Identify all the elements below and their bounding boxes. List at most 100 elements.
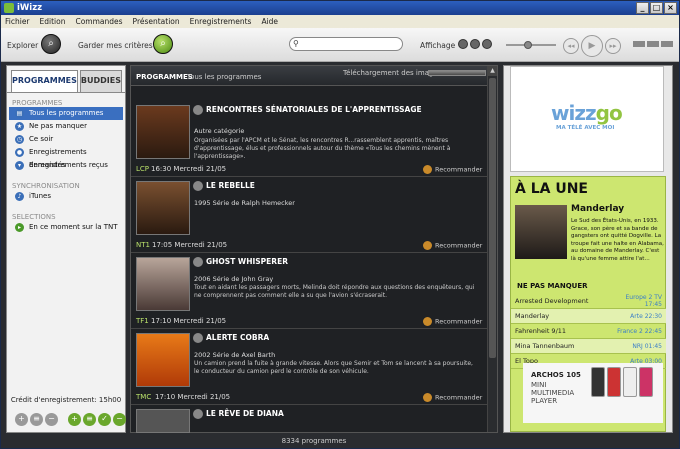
list-item[interactable]: Arrested Development Europe 2 TV 17:45 <box>511 294 666 309</box>
display-mode-2-button[interactable] <box>470 39 480 49</box>
program-title: ALERTE COBRA <box>206 333 270 342</box>
scroll-up-arrow[interactable]: ▲ <box>488 66 497 76</box>
archos-ad[interactable]: ARCHOS 105 MINI MULTIMEDIA PLAYER <box>523 363 663 423</box>
ne-pas-manquer-list: Arrested Development Europe 2 TV 17:45 Ma… <box>511 294 666 369</box>
recommend-button[interactable]: Recommander <box>423 317 482 326</box>
display-mode-1-button[interactable] <box>458 39 468 49</box>
recommend-button[interactable]: Recommander <box>423 241 482 250</box>
scroll-thumb[interactable] <box>489 78 496 358</box>
save-criteria-button[interactable]: ⌕ <box>153 34 173 54</box>
left-tabs: PROGRAMMES BUDDIES <box>7 66 125 92</box>
view-modes <box>633 41 673 47</box>
nav-ce-soir[interactable]: ◷ Ce soir <box>9 133 123 146</box>
program-item[interactable]: RENCONTRES SÉNATORIALES DE L'APPRENTISSA… <box>131 101 487 177</box>
featured-title[interactable]: Manderlay <box>571 204 624 214</box>
view-medium-button[interactable] <box>647 41 659 47</box>
clock-icon: ◷ <box>15 135 24 144</box>
program-channel: NT1 <box>136 241 150 249</box>
save-criteria-label: Garder mes critères <box>78 41 153 50</box>
section-selections: SELECTIONS <box>12 213 56 221</box>
nav-tnt-now[interactable]: ▸ En ce moment sur la TNT <box>9 221 123 234</box>
tab-programmes[interactable]: PROGRAMMES <box>11 70 78 92</box>
info-icon[interactable] <box>193 181 203 191</box>
add-button[interactable]: + <box>15 413 28 426</box>
program-item[interactable]: LE RÊVE DE DIANA <box>131 405 487 433</box>
nav-all-programmes[interactable]: ▤ Tous les programmes <box>9 107 123 120</box>
recommend-button[interactable]: Recommander <box>423 393 482 402</box>
recommend-icon <box>423 241 432 250</box>
list-item[interactable]: Fahrenheit 9/11 France 2 22:45 <box>511 324 666 339</box>
info-icon[interactable] <box>193 409 203 419</box>
program-list-scrollbar[interactable]: ▲ <box>487 66 497 432</box>
recommend-icon <box>423 393 432 402</box>
view-large-button[interactable] <box>661 41 673 47</box>
info-icon[interactable] <box>193 105 203 115</box>
program-title: RENCONTRES SÉNATORIALES DE L'APPRENTISSA… <box>206 105 422 114</box>
wizzgo-tagline: MA TÉLÉ AVEC MOI <box>556 125 615 131</box>
item-channel: NRJ 01:45 <box>632 343 662 350</box>
program-item[interactable]: GHOST WHISPERER 2006 Série de John Gray … <box>131 253 487 329</box>
remove-green-button[interactable]: − <box>113 413 126 426</box>
minimize-button[interactable]: _ <box>636 2 649 14</box>
feed-button[interactable]: ≡ <box>30 413 43 426</box>
view-small-button[interactable] <box>633 41 645 47</box>
nav-label: Ne pas manquer <box>29 122 87 130</box>
nav-recordings-received[interactable]: ▾ Enregistrements reçus <box>9 159 123 172</box>
volume-knob[interactable] <box>524 41 532 49</box>
explorer-button[interactable]: ⌕ <box>41 34 61 54</box>
wizzgo-banner[interactable]: wizzgo MA TÉLÉ AVEC MOI <box>510 66 664 172</box>
check-green-button[interactable]: ✓ <box>98 413 111 426</box>
section-sync: SYNCHRONISATION <box>12 182 80 190</box>
search-input[interactable]: ⚲ <box>289 37 403 51</box>
program-item[interactable]: ALERTE COBRA 2002 Série de Axel Barth Un… <box>131 329 487 405</box>
program-thumbnail <box>136 181 190 235</box>
nav-itunes[interactable]: ♪ iTunes <box>9 190 123 203</box>
section-programmes: PROGRAMMES <box>12 99 63 107</box>
ad-players-image <box>591 367 653 397</box>
volume-slider[interactable] <box>506 41 556 49</box>
list-title: PROGRAMMES <box>136 73 193 81</box>
info-icon[interactable] <box>193 333 203 343</box>
left-panel: PROGRAMMES BUDDIES PROGRAMMES ▤ Tous les … <box>6 65 126 433</box>
add-green-button[interactable]: + <box>68 413 81 426</box>
previous-button[interactable]: ◂◂ <box>563 38 579 54</box>
nav-label: Tous les programmes <box>29 109 104 117</box>
next-button[interactable]: ▸▸ <box>605 38 621 54</box>
search-icon: ⚲ <box>293 39 299 48</box>
menu-commandes[interactable]: Commandes <box>75 15 122 28</box>
featured-photo[interactable] <box>515 205 567 259</box>
program-subtitle: 2002 Série de Axel Barth <box>194 351 276 359</box>
list-item[interactable]: Mina Tannenbaum NRJ 01:45 <box>511 339 666 354</box>
maximize-button[interactable]: □ <box>650 2 663 14</box>
display-mode-3-button[interactable] <box>482 39 492 49</box>
nav-ne-pas-manquer[interactable]: ★ Ne pas manquer <box>9 120 123 133</box>
program-item[interactable]: LE REBELLE 1995 Série de Ralph Hemecker … <box>131 177 487 253</box>
play-button[interactable]: ▶ <box>581 35 603 57</box>
item-channel: Europe 2 TV 17:45 <box>625 294 662 308</box>
feed-green-button[interactable]: ≡ <box>83 413 96 426</box>
remove-button[interactable]: − <box>45 413 58 426</box>
featured-description: Le Sud des États-Unis, en 1933. Grace, s… <box>571 218 664 262</box>
recommend-button[interactable]: Recommander <box>423 165 482 174</box>
explorer-label: Explorer <box>7 41 39 50</box>
program-time: 16:30 Mercredi 21/05 <box>151 165 227 173</box>
program-list-panel: PROGRAMMES Tous les programmes Télécharg… <box>130 65 498 433</box>
menu-presentation[interactable]: Présentation <box>133 15 180 28</box>
menu-aide[interactable]: Aide <box>261 15 278 28</box>
app-window: iWizz _ □ × Fichier Edition Commandes Pr… <box>0 0 680 449</box>
list-item[interactable]: Manderlay Arte 22:30 <box>511 309 666 324</box>
download-label: Téléchargement des images <box>343 69 442 77</box>
tab-buddies[interactable]: BUDDIES <box>79 70 122 92</box>
menu-edition[interactable]: Edition <box>40 15 66 28</box>
menu-fichier[interactable]: Fichier <box>5 15 30 28</box>
a-la-une-panel: À LA UNE Manderlay Le Sud des États-Unis… <box>510 176 666 432</box>
close-button[interactable]: × <box>664 2 677 14</box>
itunes-icon: ♪ <box>15 192 24 201</box>
nav-recordings-requested[interactable]: ● Enregistrements demandés <box>9 146 123 169</box>
info-icon[interactable] <box>193 257 203 267</box>
title-bar: iWizz _ □ × <box>1 1 679 15</box>
inbox-icon: ▾ <box>15 161 24 170</box>
menu-enregistrements[interactable]: Enregistrements <box>190 15 252 28</box>
item-name: Manderlay <box>515 312 550 320</box>
item-name: Fahrenheit 9/11 <box>515 327 567 335</box>
